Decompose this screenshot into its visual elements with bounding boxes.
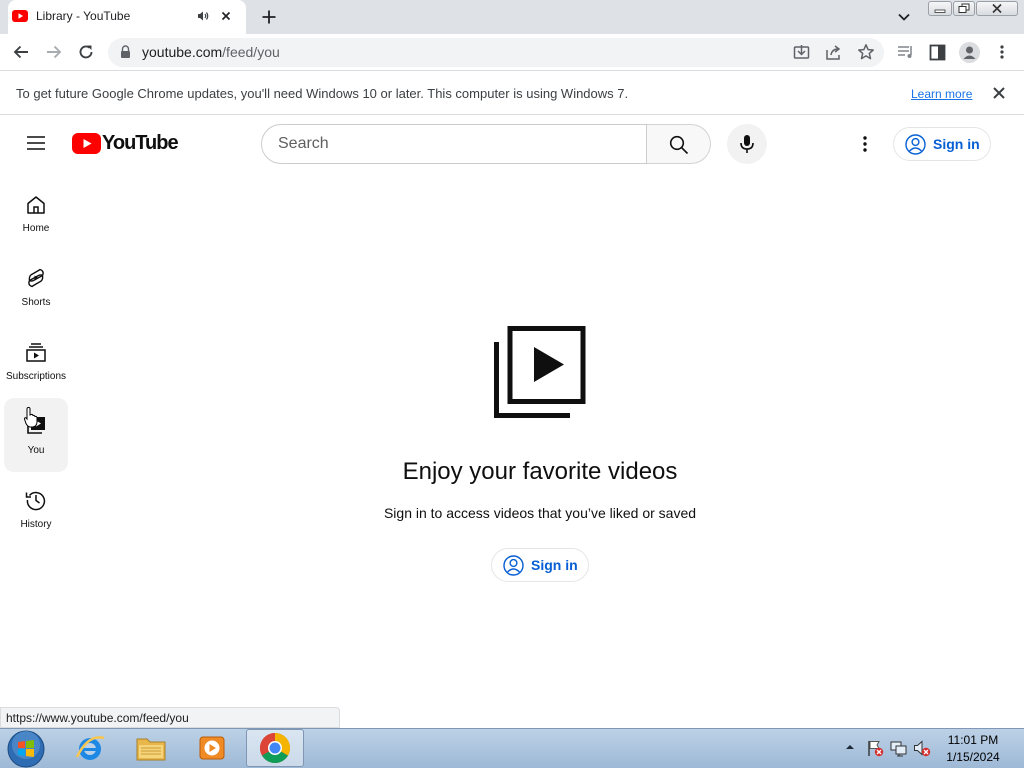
search-icon — [669, 135, 689, 155]
url-host: youtube.com — [142, 44, 223, 60]
hamburger-menu-icon[interactable] — [26, 134, 46, 152]
sidebar-label-subscriptions: Subscriptions — [5, 371, 67, 382]
chrome-menu-icon[interactable] — [996, 44, 1008, 60]
subscriptions-icon — [25, 341, 47, 363]
profile-avatar-icon[interactable] — [959, 42, 980, 63]
clock-time[interactable]: 11:01 PM — [930, 733, 1016, 747]
empty-state-subtitle: Sign in to access videos that you’ve lik… — [383, 505, 697, 521]
settings-more-icon[interactable] — [855, 134, 875, 154]
sidebar-label-history: History — [20, 519, 52, 530]
tab-close-icon[interactable] — [218, 8, 234, 24]
reload-icon[interactable] — [77, 43, 95, 61]
video-library-icon — [494, 326, 586, 418]
forward-arrow-icon[interactable] — [45, 43, 63, 61]
empty-state-title: Enjoy your favorite videos — [402, 458, 678, 485]
internet-explorer-icon[interactable] — [74, 732, 106, 764]
bookmark-star-icon[interactable] — [857, 43, 875, 61]
sidebar-label-home: Home — [22, 223, 50, 234]
search-button[interactable] — [647, 124, 711, 164]
youtube-favicon-icon — [12, 10, 28, 22]
sidebar-label-you: You — [27, 445, 45, 456]
share-icon[interactable] — [825, 44, 842, 61]
file-explorer-icon[interactable] — [135, 733, 167, 763]
hand-cursor-icon — [23, 406, 39, 428]
youtube-logo-icon[interactable] — [72, 133, 101, 154]
window-minimize-button[interactable] — [928, 1, 952, 16]
show-hidden-icons-arrow-icon[interactable] — [845, 742, 855, 752]
media-controls-icon[interactable] — [897, 44, 915, 60]
url-path: /feed/you — [222, 44, 280, 60]
account-circle-icon — [905, 134, 926, 155]
start-orb-icon[interactable] — [7, 730, 45, 768]
action-center-flag-icon[interactable] — [866, 739, 884, 757]
window-close-button[interactable] — [976, 1, 1018, 16]
infobar-message: To get future Google Chrome updates, you… — [16, 86, 629, 101]
history-icon — [25, 489, 47, 511]
shorts-icon — [25, 267, 47, 289]
youtube-logo-text[interactable]: YouTube — [102, 132, 179, 155]
speaker-icon[interactable] — [197, 10, 209, 22]
header-sign-in-label: Sign in — [933, 136, 980, 152]
side-panel-icon[interactable] — [929, 44, 946, 61]
new-tab-plus-icon[interactable] — [260, 8, 278, 26]
lock-icon[interactable] — [120, 45, 131, 59]
media-player-icon[interactable] — [197, 733, 227, 763]
window-restore-button[interactable] — [953, 1, 975, 16]
microphone-icon — [740, 135, 754, 153]
back-arrow-icon[interactable] — [12, 43, 30, 61]
learn-more-link[interactable]: Learn more — [911, 87, 972, 101]
url-text[interactable]: youtube.com/feed/you — [142, 44, 280, 60]
chrome-icon — [259, 732, 291, 764]
tab-title: Library - YouTube — [36, 9, 131, 23]
main-sign-in-label: Sign in — [531, 557, 578, 573]
infobar-close-icon[interactable] — [992, 86, 1006, 100]
install-app-icon[interactable] — [793, 44, 810, 61]
voice-search-button[interactable] — [727, 124, 767, 164]
account-circle-icon — [503, 555, 524, 576]
home-icon — [25, 194, 47, 216]
tab-search-chevron-icon[interactable] — [896, 9, 912, 25]
network-icon[interactable] — [889, 739, 907, 757]
sidebar-label-shorts: Shorts — [21, 297, 51, 308]
link-status-bubble: https://www.youtube.com/feed/you — [0, 707, 340, 728]
volume-muted-icon[interactable] — [913, 739, 931, 757]
search-placeholder: Search — [278, 135, 329, 152]
clock-date[interactable]: 1/15/2024 — [930, 750, 1016, 764]
